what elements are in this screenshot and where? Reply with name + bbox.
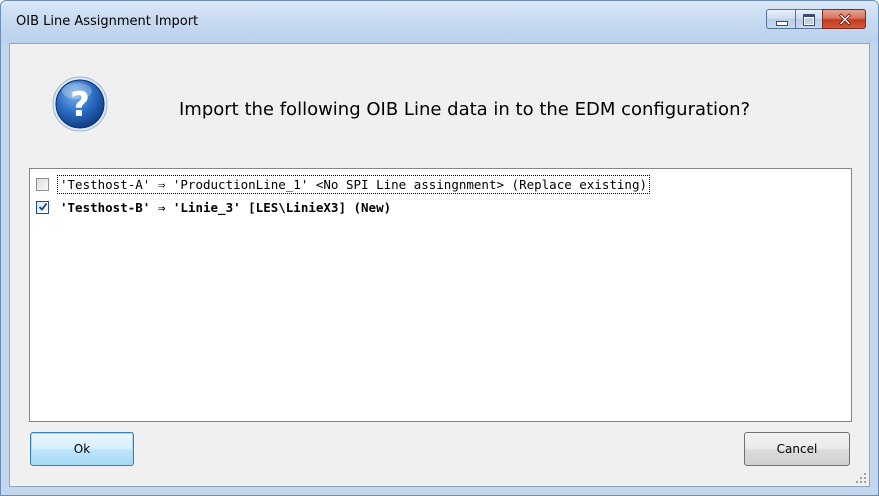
list-item-label: 'Testhost-A' ⇒ 'ProductionLine_1' <No SP… [57, 174, 650, 194]
list-item[interactable]: 'Testhost-A' ⇒ 'ProductionLine_1' <No SP… [36, 174, 650, 194]
minimize-button[interactable] [766, 9, 795, 29]
list-item[interactable]: 'Testhost-B' ⇒ 'Linie_3' [LES\LinieX3] (… [36, 197, 393, 217]
minimize-icon [776, 21, 788, 26]
checkmark-icon [38, 202, 48, 211]
question-icon: ? [52, 76, 108, 132]
title-bar[interactable]: OIB Line Assignment Import [1, 1, 878, 43]
ok-button[interactable]: Ok [30, 432, 134, 466]
import-list[interactable]: 'Testhost-A' ⇒ 'ProductionLine_1' <No SP… [29, 168, 852, 422]
dialog-body: ? Import the following OIB Line data in … [9, 43, 870, 487]
item-checkbox[interactable] [36, 200, 49, 214]
window-title: OIB Line Assignment Import [16, 14, 199, 29]
list-item-label: 'Testhost-B' ⇒ 'Linie_3' [LES\LinieX3] (… [60, 199, 392, 215]
svg-text:?: ? [70, 85, 90, 125]
prompt-text: Import the following OIB Line data in to… [179, 99, 751, 120]
caption-buttons [766, 9, 866, 29]
maximize-button[interactable] [795, 9, 822, 29]
maximize-icon [803, 14, 815, 26]
item-checkbox[interactable] [36, 177, 49, 191]
resize-grip-icon[interactable] [855, 472, 867, 484]
cancel-button[interactable]: Cancel [744, 432, 850, 466]
close-icon [838, 13, 852, 26]
dialog-window: OIB Line Assignment Import ? Import the … [0, 0, 879, 496]
close-button[interactable] [822, 9, 866, 29]
